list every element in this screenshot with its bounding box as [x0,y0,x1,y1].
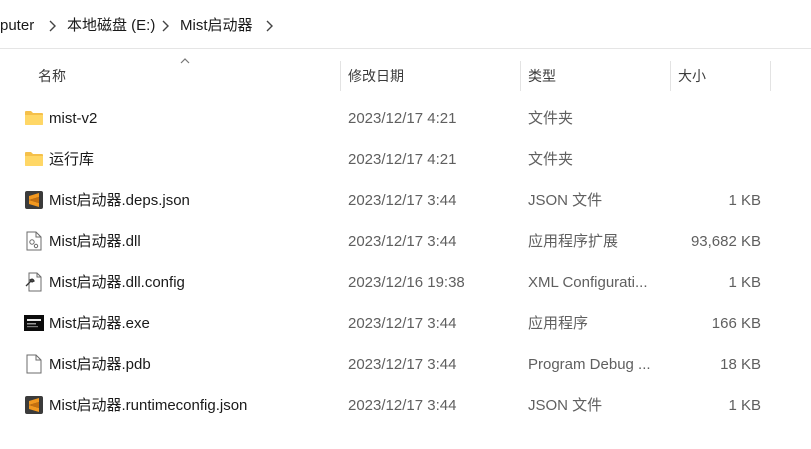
list-item[interactable]: 运行库 2023/12/17 4:21 文件夹 [0,139,811,180]
file-date: 2023/12/16 19:38 [348,274,465,291]
breadcrumb-item-mist-launcher[interactable]: Mist启动器 [180,16,253,36]
file-type: JSON 文件 [528,192,603,209]
column-divider[interactable] [340,61,341,91]
blank-file-icon [26,354,42,374]
column-header-type[interactable]: 类型 [528,58,556,94]
file-list: mist-v2 2023/12/17 4:21 文件夹 运行库 2023/12/… [0,98,811,426]
column-divider[interactable] [670,61,671,91]
file-type: 文件夹 [528,110,574,127]
file-date: 2023/12/17 3:44 [348,315,457,332]
breadcrumb-item-drive-e[interactable]: 本地磁盘 (E:) [67,16,155,36]
exe-app-icon [24,315,44,331]
chevron-right-icon[interactable] [46,18,60,34]
sublime-text-icon [25,396,43,414]
file-name: Mist启动器.runtimeconfig.json [49,397,248,414]
list-item[interactable]: Mist启动器.dll.config 2023/12/16 19:38 XML … [0,262,811,303]
dll-file-icon [26,231,42,251]
config-file-icon [25,272,42,292]
file-explorer-window: puter 本地磁盘 (E:) Mist启动器 名称 修改日期 类型 大小 mi… [0,0,811,449]
column-divider[interactable] [520,61,521,91]
list-item[interactable]: Mist启动器.deps.json 2023/12/17 3:44 JSON 文… [0,180,811,221]
file-size [670,98,761,139]
breadcrumb: puter 本地磁盘 (E:) Mist启动器 [0,0,811,49]
file-date: 2023/12/17 3:44 [348,397,457,414]
file-date: 2023/12/17 3:44 [348,192,457,209]
list-item[interactable]: Mist启动器.pdb 2023/12/17 3:44 Program Debu… [0,344,811,385]
sublime-text-icon [25,191,43,209]
file-size: 166 KB [711,315,761,332]
file-name: Mist启动器.deps.json [49,192,190,209]
file-size: 1 KB [728,192,761,209]
file-type: Program Debug ... [528,356,651,373]
file-size [670,139,761,180]
file-name: Mist启动器.pdb [49,356,151,373]
file-name: Mist启动器.dll [49,233,141,250]
file-name: 运行库 [49,151,95,168]
column-header-name[interactable]: 名称 [38,58,66,94]
file-type: JSON 文件 [528,397,603,414]
column-header-row: 名称 修改日期 类型 大小 [0,58,811,94]
file-size: 1 KB [728,274,761,291]
file-name: Mist启动器.exe [49,315,150,332]
chevron-right-icon[interactable] [159,18,173,34]
breadcrumb-item-computer[interactable]: puter [0,16,34,36]
file-type: 应用程序扩展 [528,233,619,250]
column-header-size[interactable]: 大小 [678,58,706,94]
file-size: 18 KB [720,356,761,373]
file-size: 1 KB [728,397,761,414]
column-divider[interactable] [770,61,771,91]
list-item[interactable]: Mist启动器.dll 2023/12/17 3:44 应用程序扩展 93,68… [0,221,811,262]
file-type: 文件夹 [528,151,574,168]
file-date: 2023/12/17 4:21 [348,151,457,168]
file-date: 2023/12/17 3:44 [348,233,457,250]
file-date: 2023/12/17 4:21 [348,110,457,127]
column-header-date[interactable]: 修改日期 [348,58,404,94]
folder-icon [25,111,43,125]
chevron-right-icon[interactable] [263,18,277,34]
sort-ascending-icon [180,58,190,64]
file-name: Mist启动器.dll.config [49,274,185,291]
file-date: 2023/12/17 3:44 [348,356,457,373]
list-item[interactable]: Mist启动器.exe 2023/12/17 3:44 应用程序 166 KB [0,303,811,344]
file-type: 应用程序 [528,315,589,332]
file-name: mist-v2 [49,110,98,127]
list-item[interactable]: Mist启动器.runtimeconfig.json 2023/12/17 3:… [0,385,811,426]
file-type: XML Configurati... [528,274,648,291]
file-size: 93,682 KB [690,233,761,250]
folder-icon [25,152,43,166]
list-item[interactable]: mist-v2 2023/12/17 4:21 文件夹 [0,98,811,139]
